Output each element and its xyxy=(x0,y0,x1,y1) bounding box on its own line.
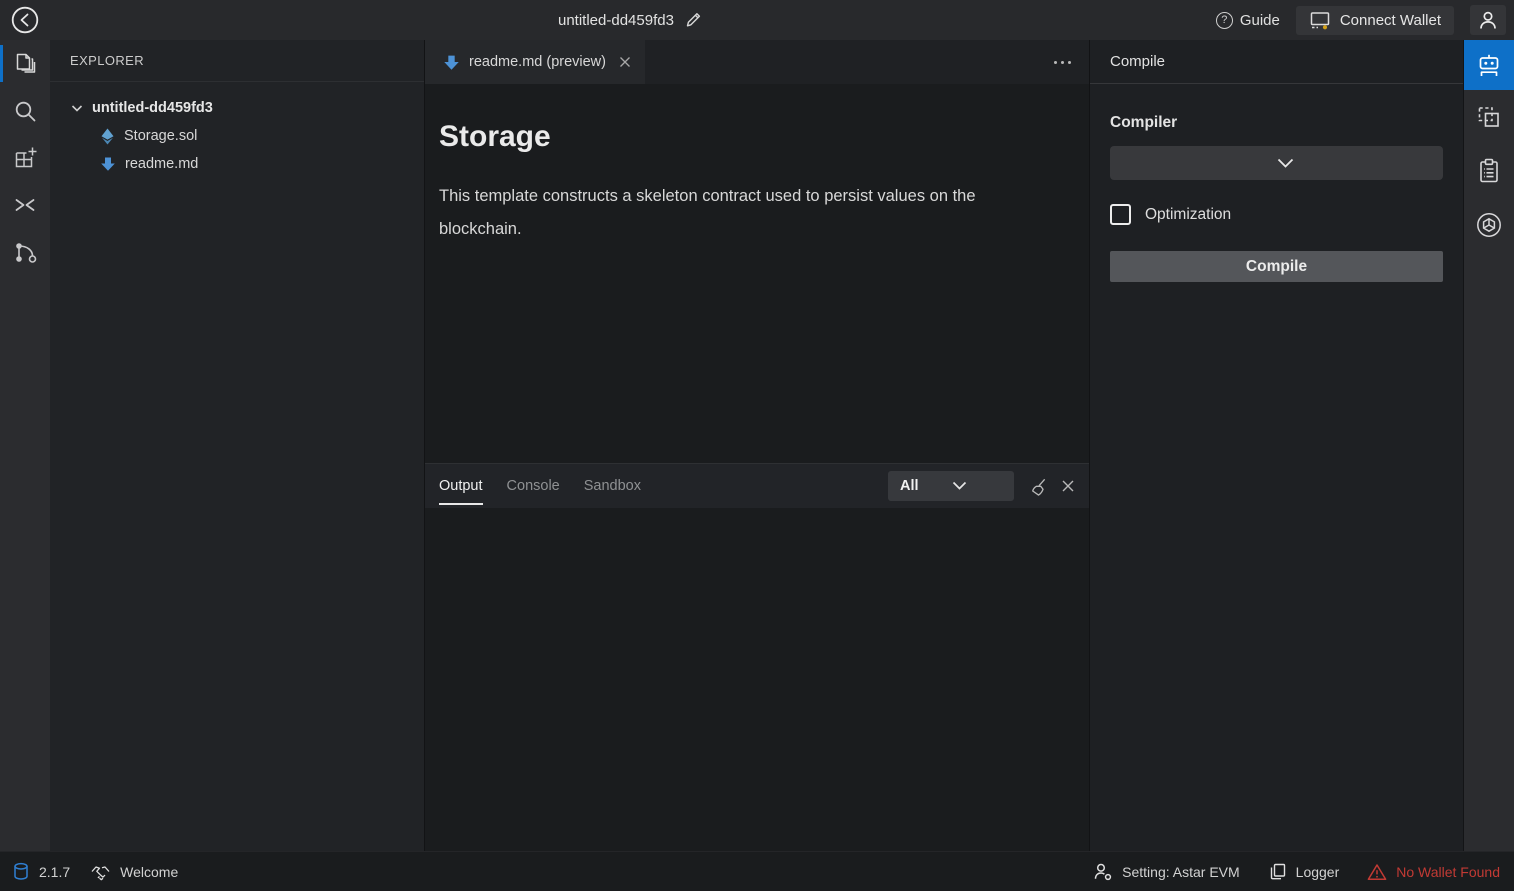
sidebar-item-source-control[interactable] xyxy=(0,228,50,275)
output-filter-select[interactable]: All xyxy=(888,471,1014,501)
back-button[interactable] xyxy=(0,5,50,35)
chevron-down-icon xyxy=(1277,158,1432,169)
titlebar: untitled-dd459fd3 ? Guide xyxy=(0,0,1514,40)
activity-bar-left xyxy=(0,40,50,851)
search-icon xyxy=(12,98,38,124)
tab-label: readme.md (preview) xyxy=(469,54,606,70)
person-icon xyxy=(1477,9,1499,31)
person-gear-icon xyxy=(1093,862,1113,881)
setting-label: Setting: Astar EVM xyxy=(1122,864,1240,880)
chevron-down-icon xyxy=(952,481,1004,491)
ethereum-icon xyxy=(100,128,115,145)
openai-assistant-item[interactable] xyxy=(1464,198,1514,252)
compile-panel-title: Compile xyxy=(1090,40,1463,84)
explorer-panel: EXPLORER untitled-dd459fd3 xyxy=(50,40,425,851)
filter-value: All xyxy=(900,478,952,494)
clipboard-icon xyxy=(1475,157,1503,185)
warning-triangle-icon xyxy=(1367,863,1387,881)
logger-label: Logger xyxy=(1296,864,1340,880)
edit-pencil-icon[interactable] xyxy=(684,11,702,29)
sidebar-item-explorer[interactable] xyxy=(0,40,50,87)
tab-readme-preview[interactable]: readme.md (preview) xyxy=(425,40,645,84)
editor-tabbar: readme.md (preview) xyxy=(425,40,1089,84)
setting-item[interactable]: Setting: Astar EVM xyxy=(1093,862,1240,881)
optimization-checkbox[interactable] xyxy=(1110,204,1131,225)
tab-console[interactable]: Console xyxy=(507,464,560,508)
collapse-icon xyxy=(12,192,38,218)
file-name: readme.md xyxy=(125,156,198,172)
question-circle-icon: ? xyxy=(1216,12,1233,29)
chevron-down-icon[interactable] xyxy=(70,101,84,115)
app-window: untitled-dd459fd3 ? Guide xyxy=(0,0,1514,891)
compile-button[interactable]: Compile xyxy=(1110,251,1443,282)
tab-sandbox[interactable]: Sandbox xyxy=(584,464,641,508)
wallet-warning: No Wallet Found xyxy=(1367,863,1500,881)
connect-wallet-button[interactable]: Connect Wallet xyxy=(1296,6,1454,35)
file-tree: untitled-dd459fd3 Storage.sol xyxy=(50,82,424,178)
compile-panel: Compile Compiler Optimization Compile xyxy=(1089,40,1463,851)
project-title: untitled-dd459fd3 xyxy=(558,12,674,29)
compiler-select[interactable] xyxy=(1110,146,1443,180)
page-paragraph: This template constructs a skeleton cont… xyxy=(439,180,1061,246)
back-icon xyxy=(10,5,40,35)
markdown-preview: Storage This template constructs a skele… xyxy=(425,84,1089,463)
output-panel-body xyxy=(425,508,1089,851)
guide-label: Guide xyxy=(1240,12,1280,29)
broom-icon[interactable] xyxy=(1027,476,1048,497)
welcome-item[interactable]: Welcome xyxy=(90,863,178,881)
file-name: Storage.sol xyxy=(124,128,197,144)
copy-pages-icon xyxy=(1268,862,1287,881)
database-icon xyxy=(12,862,30,881)
folder-name: untitled-dd459fd3 xyxy=(92,100,213,116)
guide-button[interactable]: ? Guide xyxy=(1216,12,1280,29)
wallet-warning-label: No Wallet Found xyxy=(1396,864,1500,880)
avatar[interactable] xyxy=(1470,5,1506,35)
version-label: 2.1.7 xyxy=(39,864,70,880)
tree-file-row[interactable]: readme.md xyxy=(50,150,424,178)
close-icon[interactable] xyxy=(1061,479,1075,493)
close-icon[interactable] xyxy=(619,56,631,68)
files-icon xyxy=(12,50,39,77)
page-title: Storage xyxy=(439,120,1065,154)
version-indicator: 2.1.7 xyxy=(12,862,70,881)
panel-item-scan-report[interactable] xyxy=(1464,144,1514,198)
optimization-label: Optimization xyxy=(1145,206,1231,224)
editor-group: readme.md (preview) Storage This templat… xyxy=(425,40,1089,851)
logger-item[interactable]: Logger xyxy=(1268,862,1340,881)
sidebar-item-plugin-manager[interactable] xyxy=(0,134,50,181)
compiler-label: Compiler xyxy=(1110,114,1443,132)
connect-wallet-label: Connect Wallet xyxy=(1340,12,1441,29)
activity-bar-right xyxy=(1463,40,1514,851)
openai-icon xyxy=(1475,211,1503,239)
tab-output[interactable]: Output xyxy=(439,464,483,508)
panel-item-deploy[interactable] xyxy=(1464,90,1514,144)
sidebar-item-ports[interactable] xyxy=(0,181,50,228)
handshake-icon xyxy=(90,863,111,881)
markdown-arrow-icon xyxy=(443,54,460,71)
grid-plus-icon xyxy=(12,145,38,171)
main-area: EXPLORER untitled-dd459fd3 xyxy=(0,40,1514,851)
markdown-arrow-icon xyxy=(100,156,116,172)
git-branch-icon xyxy=(12,239,38,265)
bottom-panel-header: Output Console Sandbox All xyxy=(425,463,1089,508)
wallet-monitor-icon xyxy=(1309,10,1331,30)
sidebar-item-search[interactable] xyxy=(0,87,50,134)
more-actions-icon[interactable] xyxy=(1054,61,1071,64)
tree-folder-row[interactable]: untitled-dd459fd3 xyxy=(50,94,424,122)
explorer-header: EXPLORER xyxy=(50,40,424,82)
panel-item-compile[interactable] xyxy=(1464,40,1514,90)
statusbar: 2.1.7 Welcome xyxy=(0,851,1514,891)
welcome-label: Welcome xyxy=(120,864,178,880)
tree-file-row[interactable]: Storage.sol xyxy=(50,122,424,150)
deploy-squares-icon xyxy=(1475,103,1503,131)
robot-icon xyxy=(1475,51,1503,79)
